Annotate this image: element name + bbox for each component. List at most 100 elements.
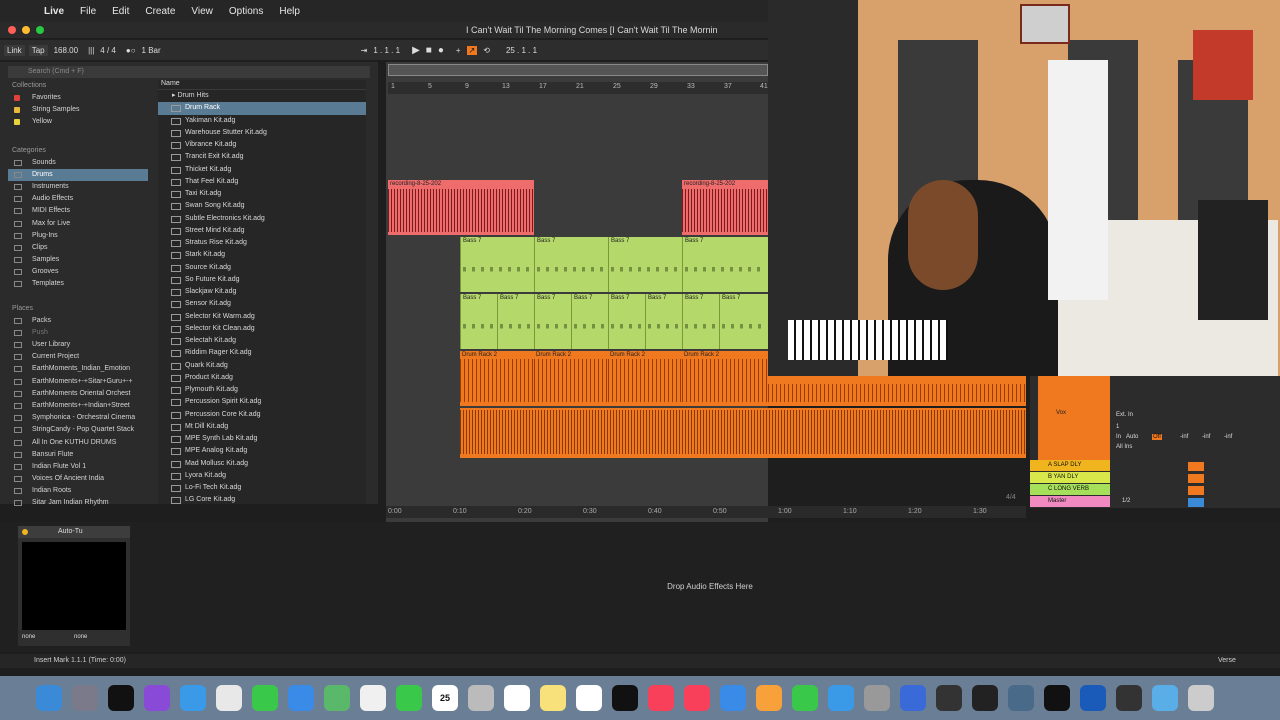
place-item[interactable]: EarthMoments+-+Sitar+Guru+-+ bbox=[8, 376, 148, 388]
browser-file-item[interactable]: Riddim Rager Kit.adg bbox=[158, 347, 366, 359]
davinci-icon[interactable] bbox=[1008, 685, 1034, 711]
numbers-icon[interactable] bbox=[792, 685, 818, 711]
follow-icon[interactable]: ⇥ bbox=[361, 46, 368, 55]
browser-file-item[interactable]: Taxi Kit.adg bbox=[158, 188, 366, 200]
photos-icon[interactable] bbox=[360, 685, 386, 711]
category-instruments[interactable]: Instruments bbox=[8, 181, 148, 193]
obs-icon[interactable] bbox=[1080, 685, 1106, 711]
browser-file-item[interactable]: Subtle Electronics Kit.adg bbox=[158, 213, 366, 225]
master-ratio[interactable]: 1/2 bbox=[1122, 498, 1130, 504]
category-samples[interactable]: Samples bbox=[8, 254, 148, 266]
browser-file-item[interactable]: Vibrance Kit.adg bbox=[158, 139, 366, 151]
return-track-b[interactable]: B YAN DLY bbox=[1030, 472, 1110, 483]
drop-effects-area[interactable]: Drop Audio Effects Here bbox=[600, 582, 820, 591]
midi-clip[interactable]: Bass 7 bbox=[682, 237, 768, 292]
vox-track-header[interactable]: Vox bbox=[1038, 376, 1110, 460]
finder-icon[interactable] bbox=[36, 685, 62, 711]
launchpad-icon[interactable] bbox=[72, 685, 98, 711]
browser-file-item[interactable]: Selectah Kit.adg bbox=[158, 335, 366, 347]
midi-clip[interactable]: Bass 7 bbox=[460, 294, 497, 349]
freeform-icon[interactable] bbox=[576, 685, 602, 711]
place-item[interactable]: StringCandy - Pop Quartet Stack bbox=[8, 424, 148, 436]
link-button[interactable]: Link bbox=[4, 44, 25, 56]
monitor-off-button[interactable]: Off bbox=[1152, 434, 1162, 440]
midi-clip[interactable]: Bass 7 bbox=[608, 237, 682, 292]
menu-options[interactable]: Options bbox=[229, 6, 263, 17]
return-b-volume[interactable] bbox=[1188, 474, 1204, 483]
browser-file-item[interactable]: That Feel Kit.adg bbox=[158, 176, 366, 188]
arrangement-overview[interactable] bbox=[388, 64, 768, 76]
master-volume[interactable] bbox=[1188, 498, 1204, 507]
overdub-icon[interactable]: + bbox=[456, 46, 461, 55]
minimize-window-icon[interactable] bbox=[22, 26, 30, 34]
output-select[interactable]: All Ins bbox=[1116, 444, 1132, 450]
beat-ruler[interactable]: 1 5 9 13 17 21 25 29 33 37 41 bbox=[388, 82, 768, 94]
chrome-icon[interactable] bbox=[216, 685, 242, 711]
menu-edit[interactable]: Edit bbox=[112, 6, 129, 17]
browser-file-item[interactable]: Mad Mollusc Kit.adg bbox=[158, 458, 366, 470]
place-item[interactable]: All In One KUTHU DRUMS bbox=[8, 437, 148, 449]
browser-file-item[interactable]: Percussion Core Kit.adg bbox=[158, 409, 366, 421]
folder-drum-hits[interactable]: ▸ Drum Hits bbox=[158, 90, 366, 102]
loop-start-field[interactable]: 25 . 1 . 1 bbox=[506, 46, 537, 55]
song-position-field[interactable]: 1 . 1 . 1 bbox=[373, 46, 400, 55]
send-a-value[interactable]: -inf bbox=[1180, 434, 1188, 440]
collection-string-samples[interactable]: String Samples bbox=[8, 104, 148, 116]
category-grooves[interactable]: Grooves bbox=[8, 266, 148, 278]
news-icon[interactable] bbox=[684, 685, 710, 711]
return-track-c[interactable]: C LONG VERB bbox=[1030, 484, 1110, 495]
category-clips[interactable]: Clips bbox=[8, 242, 148, 254]
reminders-icon[interactable] bbox=[504, 685, 530, 711]
maps-icon[interactable] bbox=[324, 685, 350, 711]
midi-clip[interactable]: Bass 7 bbox=[682, 294, 719, 349]
finalcut-icon[interactable] bbox=[972, 685, 998, 711]
menu-create[interactable]: Create bbox=[145, 6, 175, 17]
music-icon[interactable] bbox=[648, 685, 674, 711]
place-item[interactable]: Voices Of Ancient India bbox=[8, 473, 148, 485]
facetime-icon[interactable] bbox=[396, 685, 422, 711]
preview-icon[interactable] bbox=[900, 685, 926, 711]
browser-search-input[interactable]: Search (Cmd + F) bbox=[8, 66, 370, 78]
send-c-value[interactable]: -inf bbox=[1224, 434, 1232, 440]
chatgpt-icon[interactable] bbox=[936, 685, 962, 711]
place-item[interactable]: EarthMoments_Indian_Emotion bbox=[8, 363, 148, 375]
browser-file-item[interactable]: Lo-Fi Tech Kit.adg bbox=[158, 482, 366, 494]
monitor-auto-button[interactable]: Auto bbox=[1126, 434, 1138, 440]
ableton-live-icon[interactable] bbox=[108, 685, 134, 711]
device-title[interactable]: Auto-Tu bbox=[18, 526, 130, 538]
place-item[interactable]: Bansuri Flute bbox=[8, 449, 148, 461]
input-type-select[interactable]: Ext. In bbox=[1116, 412, 1133, 418]
contacts-icon[interactable] bbox=[468, 685, 494, 711]
place-item[interactable]: Sitar Jam Indian Rhythm bbox=[8, 497, 148, 509]
browser-file-item[interactable]: Swan Song Kit.adg bbox=[158, 200, 366, 212]
return-c-volume[interactable] bbox=[1188, 486, 1204, 495]
capcut-icon[interactable] bbox=[1044, 685, 1070, 711]
folder-icon[interactable] bbox=[1152, 685, 1178, 711]
midi-clip[interactable]: Bass 7 bbox=[534, 294, 571, 349]
close-window-icon[interactable] bbox=[8, 26, 16, 34]
mail-icon[interactable] bbox=[288, 685, 314, 711]
drum-clip[interactable]: Drum Rack 2 bbox=[460, 351, 534, 406]
place-item[interactable]: Indian Roots bbox=[8, 485, 148, 497]
menu-view[interactable]: View bbox=[191, 6, 213, 17]
vox-clip[interactable] bbox=[460, 408, 1026, 458]
midi-clip[interactable]: Bass 7 bbox=[608, 294, 645, 349]
browser-file-item[interactable]: Stark Kit.adg bbox=[158, 249, 366, 261]
browser-file-item[interactable]: Trancit Exit Kit.adg bbox=[158, 151, 366, 163]
monitor-in-button[interactable]: In bbox=[1116, 434, 1121, 440]
device-power-icon[interactable] bbox=[22, 529, 28, 535]
apple-tv-icon[interactable] bbox=[612, 685, 638, 711]
safari-icon[interactable] bbox=[180, 685, 206, 711]
browser-file-item[interactable]: So Future Kit.adg bbox=[158, 274, 366, 286]
tap-tempo-button[interactable]: Tap bbox=[28, 44, 48, 56]
return-track-a[interactable]: A SLAP DLY bbox=[1030, 460, 1110, 471]
menu-help[interactable]: Help bbox=[279, 6, 300, 17]
browser-file-item[interactable]: Warehouse Stutter Kit.adg bbox=[158, 127, 366, 139]
menu-app-name[interactable]: Live bbox=[44, 6, 64, 17]
collection-favorites[interactable]: Favorites bbox=[8, 92, 148, 104]
collection-yellow[interactable]: Yellow bbox=[8, 116, 148, 128]
siri-icon[interactable] bbox=[144, 685, 170, 711]
browser-file-item[interactable]: Mt Dill Kit.adg bbox=[158, 421, 366, 433]
auto-tune-device[interactable]: Auto-Tu none none bbox=[18, 526, 130, 646]
drum-clip[interactable]: Drum Rack 2 bbox=[608, 351, 682, 406]
